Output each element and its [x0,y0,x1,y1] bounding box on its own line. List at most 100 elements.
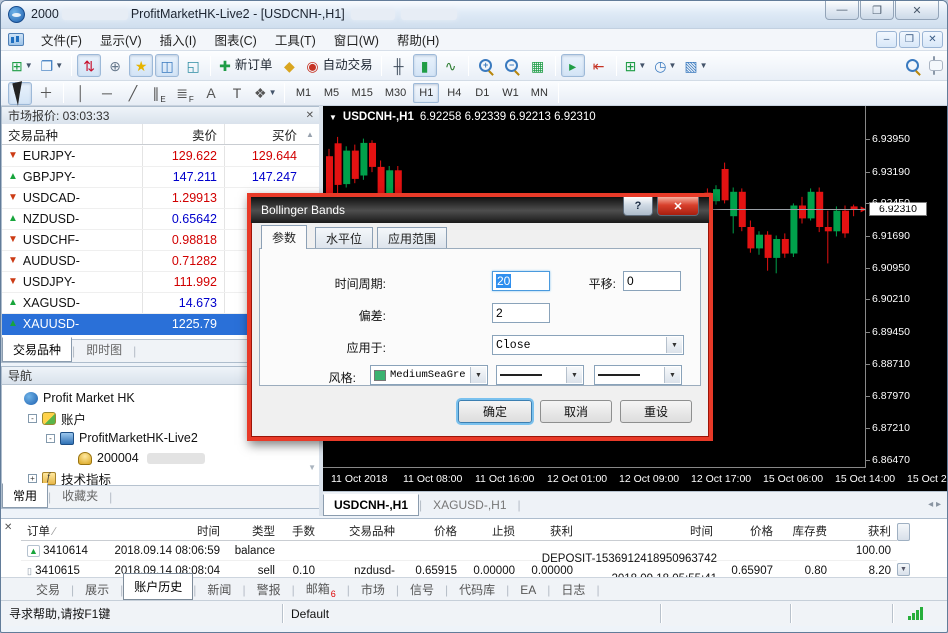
terminal-tab-2[interactable]: 账户历史 [123,573,193,600]
cancel-button[interactable]: 取消 [540,400,612,423]
tree-expander-icon[interactable]: + [28,474,37,483]
terminal-tab-3[interactable]: 新闻 [196,577,242,602]
market-watch-title-bar[interactable]: 市场报价: 03:03:33 ✕ [1,106,321,125]
terminal-tab-7[interactable]: 信号 [399,577,445,602]
market-watch-button[interactable]: ⇅ [77,54,101,77]
child-close-button[interactable]: ✕ [922,31,943,48]
navigator-scroll-down-icon[interactable]: ▼ [308,463,316,472]
candlestick-chart-button[interactable]: ▮ [413,54,437,77]
dialog-close-button[interactable]: ✕ [657,197,699,216]
terminal-tab-4[interactable]: 警报 [246,577,292,602]
zoom-in-button[interactable]: + [474,54,498,77]
period-input[interactable]: 20 [492,271,550,291]
timeframe-m30[interactable]: M30 [380,83,411,103]
new-order-button[interactable]: ✚新订单 [216,54,275,77]
navigator-item-3[interactable]: 200004 [64,448,208,468]
child-minimize-button[interactable]: – [876,31,897,48]
line-chart-button[interactable]: ∿ [439,54,463,77]
timeframe-m5[interactable]: M5 [318,83,344,103]
status-profile[interactable]: Default [283,604,661,623]
trendline-button[interactable]: ╱ [121,82,145,105]
equidistant-channel-button[interactable]: ∥E [147,82,171,105]
chevron-down-icon[interactable]: ▼ [566,367,582,383]
terminal-tab-5[interactable]: 邮箱6 [295,576,347,602]
timeframe-m1[interactable]: M1 [290,83,316,103]
arrows-button[interactable]: ❖▼ [251,82,279,105]
navigator-button[interactable]: ★ [129,54,153,77]
terminal-tab-8[interactable]: 代码库 [448,577,506,602]
terminal-tab-1[interactable]: 展示 [74,577,120,602]
metaeditor-button[interactable]: ◆ [277,54,301,77]
restore-button[interactable]: ❐ [860,1,894,20]
style-color-dropdown[interactable]: MediumSeaGre ▼ [370,365,488,385]
tree-expander-icon[interactable]: - [46,434,55,443]
fibonacci-button[interactable]: ≣F [173,82,197,105]
ok-button[interactable]: 确定 [458,400,532,423]
reset-button[interactable]: 重设 [620,400,692,423]
market-watch-row-EURJPY-[interactable]: ▼EURJPY- 129.622 129.644 [2,146,320,167]
timeframe-h1[interactable]: H1 [413,83,439,103]
market-watch-header[interactable]: 交易品种 卖价 买价 ▲ [2,124,320,145]
navigator-tab-1[interactable]: 收藏夹 [51,483,109,508]
text-button[interactable]: A [199,82,223,105]
market-watch-close-icon[interactable]: ✕ [306,110,314,121]
timeframe-h4[interactable]: H4 [441,83,467,103]
new-chart-button[interactable]: ⊞▼ [8,54,36,77]
deviation-input[interactable]: 2 [492,303,550,323]
crosshair-button[interactable]: ＋ [34,82,58,105]
menu-item-3[interactable]: 图表(C) [205,27,265,52]
dialog-tab-1[interactable]: 水平位 [315,227,373,248]
terminal-tab-10[interactable]: 日志 [550,577,596,602]
menu-item-0[interactable]: 文件(F) [32,27,91,52]
menu-item-6[interactable]: 帮助(H) [388,27,448,52]
navigator-item-2[interactable]: -ProfitMarketHK-Live2 [46,428,198,448]
tree-expander-icon[interactable]: - [28,414,37,423]
data-window-button[interactable]: ⊕ [103,54,127,77]
chart-caret-icon[interactable]: ▼ [329,113,337,122]
chart-tab-0[interactable]: USDCNH-,H1 [323,494,419,516]
style-line-width-dropdown[interactable]: ▼ [496,365,584,385]
chevron-down-icon[interactable]: ▼ [666,337,682,353]
terminal-scrollbar[interactable]: ▼ [897,523,911,575]
terminal-tab-0[interactable]: 交易 [25,577,71,602]
horizontal-line-button[interactable]: ─ [95,82,119,105]
market-watch-tab-1[interactable]: 即时图 [75,337,133,362]
periods-button[interactable]: ◷▼ [651,54,679,77]
market-watch-row-GBPJPY-[interactable]: ▲GBPJPY- 147.211 147.247 [2,167,320,188]
vertical-line-button[interactable]: │ [69,82,93,105]
chevron-down-icon[interactable]: ▼ [664,367,680,383]
history-header-row[interactable]: 订单 ∕时间类型手数交易品种价格止损获利时间价格库存费获利 [21,521,897,541]
profiles-button[interactable]: ❐▼ [38,54,66,77]
zoom-out-button[interactable]: − [500,54,524,77]
minimize-button[interactable]: — [825,1,859,20]
market-watch-tab-0[interactable]: 交易品种 [2,337,72,362]
navigator-tab-0[interactable]: 常用 [2,483,48,508]
chevron-down-icon[interactable]: ▼ [470,367,486,383]
menu-item-5[interactable]: 窗口(W) [325,27,388,52]
style-line-style-dropdown[interactable]: ▼ [594,365,682,385]
search-icon[interactable] [906,59,919,72]
strategy-tester-button[interactable]: ◱ [181,54,205,77]
timeframe-m15[interactable]: M15 [346,83,377,103]
dialog-tab-2[interactable]: 应用范围 [377,227,447,248]
shift-input[interactable]: 0 [623,271,681,291]
menu-item-1[interactable]: 显示(V) [91,27,151,52]
terminal-tab-6[interactable]: 市场 [350,577,396,602]
apply-to-dropdown[interactable]: Close ▼ [492,335,684,355]
terminal-tab-9[interactable]: EA [509,579,547,601]
child-restore-button[interactable]: ❐ [899,31,920,48]
menu-item-4[interactable]: 工具(T) [266,27,325,52]
menu-item-2[interactable]: 插入(I) [151,27,206,52]
history-row-3410614[interactable]: ▲ 34106142018.09.14 08:06:59balanceDEPOS… [21,541,897,561]
dialog-tab-0[interactable]: 参数 [261,225,307,249]
templates-button[interactable]: ▧▼ [681,54,710,77]
timeframe-mn[interactable]: MN [526,83,553,103]
chart-tab-scroll-icons[interactable]: ◂ ▸ [928,499,941,510]
navigator-item-1[interactable]: -账户 [28,408,86,428]
terminal-close-icon[interactable]: ✕ [4,522,12,533]
scrollbar-thumb[interactable] [897,523,910,541]
close-button[interactable]: ✕ [895,1,939,20]
community-chat-icon[interactable] [933,57,935,75]
bar-chart-button[interactable]: ╫ [387,54,411,77]
autotrading-button[interactable]: ◉自动交易 [303,54,375,77]
